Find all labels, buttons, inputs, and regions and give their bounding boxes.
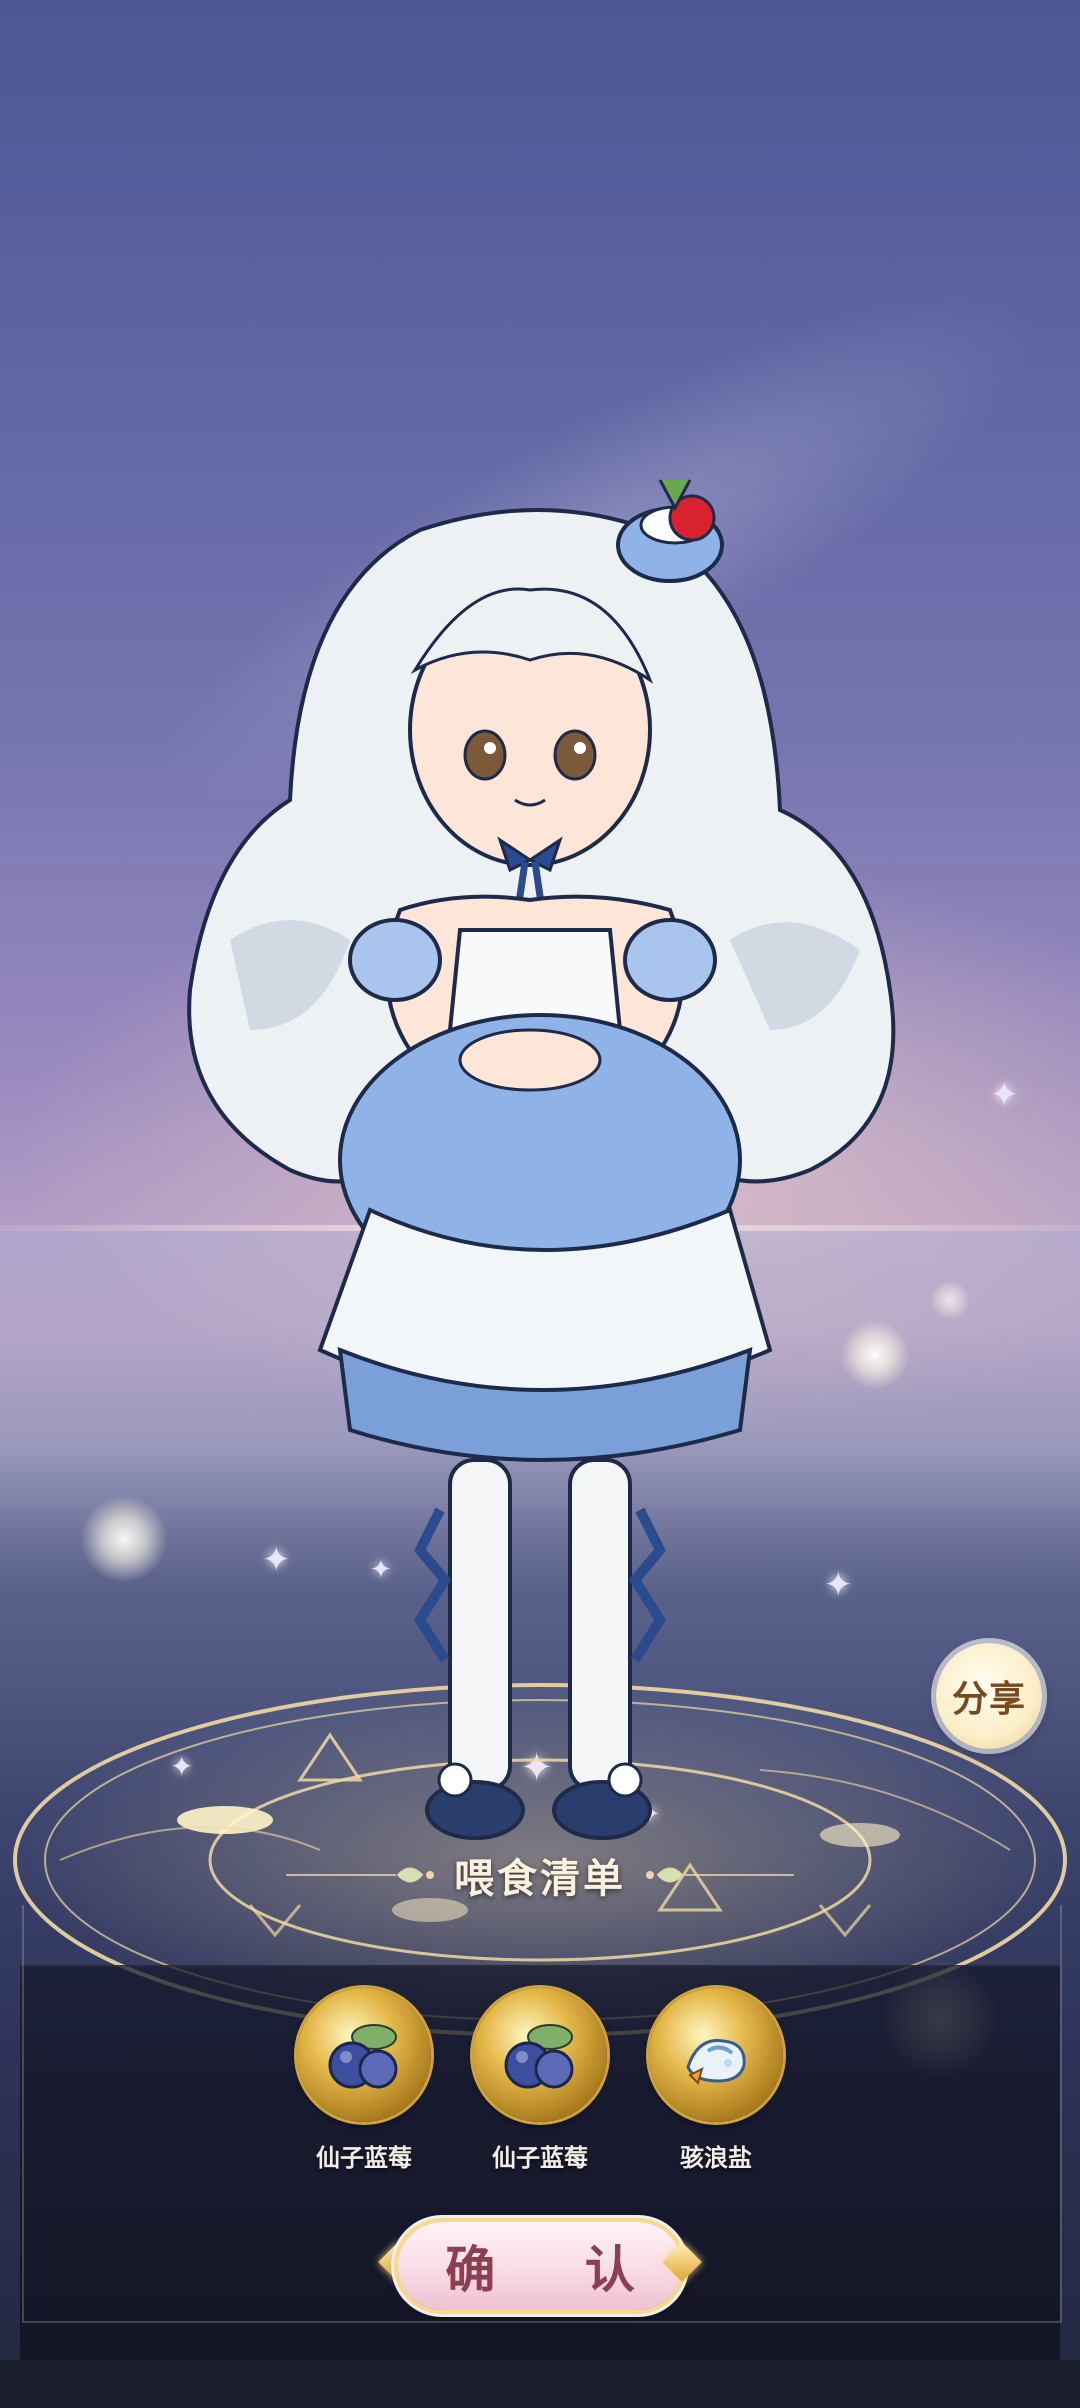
food-name: 骇浪盐 [680,2144,752,2172]
food-orb [297,1988,431,2122]
sparkle-icon: ✦ [990,1075,1019,1115]
blueberry-icon [504,2024,574,2089]
confirm-button[interactable]: 确 认 [398,2222,682,2310]
confirm-button-label: 确 认 [445,2241,671,2299]
character-avatar [187,479,896,1840]
food-item[interactable]: 骇浪盐 [648,1988,784,2173]
share-button-label: 分享 [951,1679,1026,1720]
sea-salt-icon [686,2039,746,2085]
food-item[interactable]: 仙子蓝莓 [472,1988,608,2173]
light-orb [930,1280,970,1320]
food-name: 仙子蓝莓 [316,2144,412,2172]
blueberry-icon [328,2024,398,2089]
leaf-ornament-right-icon [646,1867,794,1883]
food-item[interactable]: 仙子蓝莓 [296,1988,432,2173]
share-button[interactable]: 分享 [936,1643,1042,1749]
confirm-area: 确 认 [0,2218,1080,2314]
bottom-bar [0,2360,1080,2408]
feeding-panel-header: 喂食清单 [0,1845,1080,1905]
leaf-ornament-left-icon [286,1867,434,1883]
food-orb [649,1988,783,2122]
food-list: 仙子蓝莓 仙子蓝莓 骇浪盐 [0,1988,1080,2173]
food-name: 仙子蓝莓 [492,2144,588,2172]
food-orb [473,1988,607,2122]
light-orb [80,1495,168,1583]
feeding-panel-title: 喂食清单 [454,1856,626,1902]
